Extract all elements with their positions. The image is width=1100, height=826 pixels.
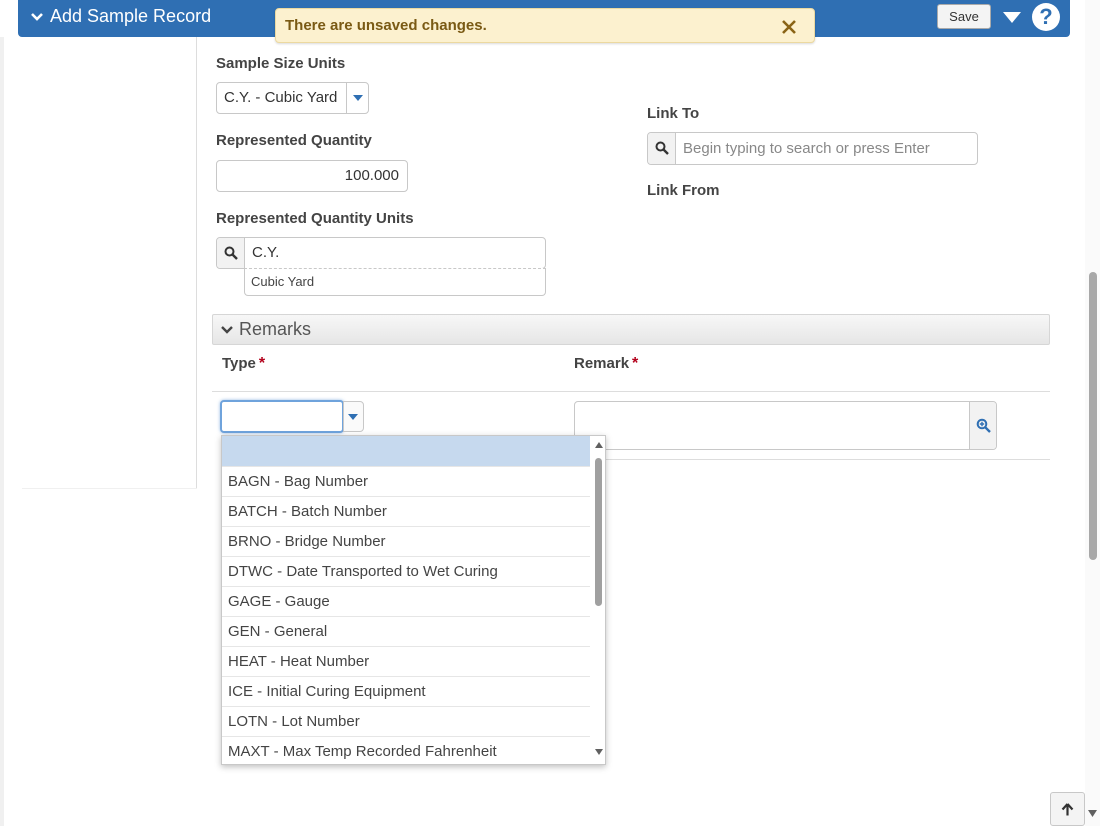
search-icon (224, 246, 238, 260)
required-marker: * (258, 355, 266, 372)
represented-quantity-input[interactable]: 100.000 (216, 160, 408, 192)
type-select-caret[interactable] (343, 401, 364, 432)
represented-quantity-units-label: Represented Quantity Units (216, 210, 414, 227)
dropdown-option[interactable]: BAGN - Bag Number (222, 466, 590, 496)
dropdown-option[interactable]: GEN - General (222, 616, 590, 646)
scroll-up-arrow-icon[interactable] (595, 442, 603, 448)
scroll-down-arrow-icon[interactable] (1088, 810, 1097, 817)
dropdown-option-blank[interactable] (222, 436, 590, 466)
dropdown-option[interactable]: MAXT - Max Temp Recorded Fahrenheit (222, 736, 590, 764)
type-select-input[interactable] (220, 400, 344, 433)
remark-input[interactable] (574, 401, 997, 450)
grid-divider (605, 459, 1050, 460)
represented-quantity-units-value: C.Y. (252, 244, 280, 261)
page-scrollbar[interactable] (1085, 0, 1100, 826)
caret-down-icon (353, 95, 363, 101)
caret-down-icon[interactable] (1001, 8, 1023, 26)
close-icon[interactable] (780, 18, 798, 36)
caret-down-icon (348, 414, 358, 420)
save-button[interactable]: Save (937, 4, 991, 29)
panel-divider (196, 37, 197, 489)
banner-message: There are unsaved changes. (285, 17, 487, 34)
page-scroll-thumb[interactable] (1089, 272, 1097, 560)
dropdown-option[interactable]: LOTN - Lot Number (222, 706, 590, 736)
scroll-down-arrow-icon[interactable] (595, 749, 603, 755)
sample-size-units-value: C.Y. - Cubic Yard (224, 89, 338, 106)
page-title: Add Sample Record (50, 6, 212, 26)
remarks-section-title: Remarks (239, 319, 312, 339)
type-header-label: Type (222, 355, 256, 372)
scroll-to-top-button[interactable] (1050, 792, 1085, 826)
remark-column-header: Remark * (574, 355, 638, 373)
arrow-up-icon (1061, 803, 1074, 816)
link-to-label: Link To (647, 105, 700, 122)
type-dropdown-list[interactable]: BAGN - Bag Number BATCH - Batch Number B… (221, 435, 606, 765)
help-icon[interactable]: ? (1032, 3, 1060, 31)
remarks-section-header[interactable]: Remarks (212, 314, 1050, 345)
panel-divider-bottom (22, 488, 197, 489)
dropdown-option[interactable]: ICE - Initial Curing Equipment (222, 676, 590, 706)
link-to-search[interactable]: Begin typing to search or press Enter (647, 132, 978, 165)
sample-size-units-select[interactable]: C.Y. - Cubic Yard (216, 82, 369, 114)
required-marker: * (632, 355, 639, 372)
search-button[interactable] (217, 238, 245, 268)
dropdown-option[interactable]: GAGE - Gauge (222, 586, 590, 616)
represented-quantity-units-search[interactable]: C.Y. (216, 237, 546, 269)
search-button[interactable] (648, 133, 676, 164)
remark-header-label: Remark (574, 355, 630, 372)
chevron-down-icon (221, 326, 233, 334)
header-title[interactable]: Add Sample Record (30, 0, 211, 33)
chevron-down-icon (31, 12, 43, 21)
link-from-label: Link From (647, 182, 720, 199)
dropdown-scroll-thumb[interactable] (595, 458, 602, 606)
dropdown-option[interactable]: DTWC - Date Transported to Wet Curing (222, 556, 590, 586)
dropdown-option[interactable]: BATCH - Batch Number (222, 496, 590, 526)
link-to-placeholder: Begin typing to search or press Enter (683, 140, 930, 157)
sample-size-units-label: Sample Size Units (216, 55, 346, 72)
search-icon (655, 141, 669, 155)
represented-quantity-units-description: Cubic Yard (244, 268, 546, 296)
dropdown-option[interactable]: HEAT - Heat Number (222, 646, 590, 676)
dropdown-scrollbar[interactable] (591, 436, 605, 764)
type-column-header: Type * (222, 355, 265, 373)
grid-divider (212, 391, 1050, 392)
represented-quantity-label: Represented Quantity (216, 132, 372, 149)
page-left-edge (0, 37, 4, 826)
unsaved-changes-banner: There are unsaved changes. (275, 8, 815, 43)
select-caret[interactable] (346, 83, 368, 113)
zoom-icon (976, 418, 991, 433)
dropdown-option[interactable]: BRNO - Bridge Number (222, 526, 590, 556)
remark-zoom-button[interactable] (969, 402, 996, 449)
